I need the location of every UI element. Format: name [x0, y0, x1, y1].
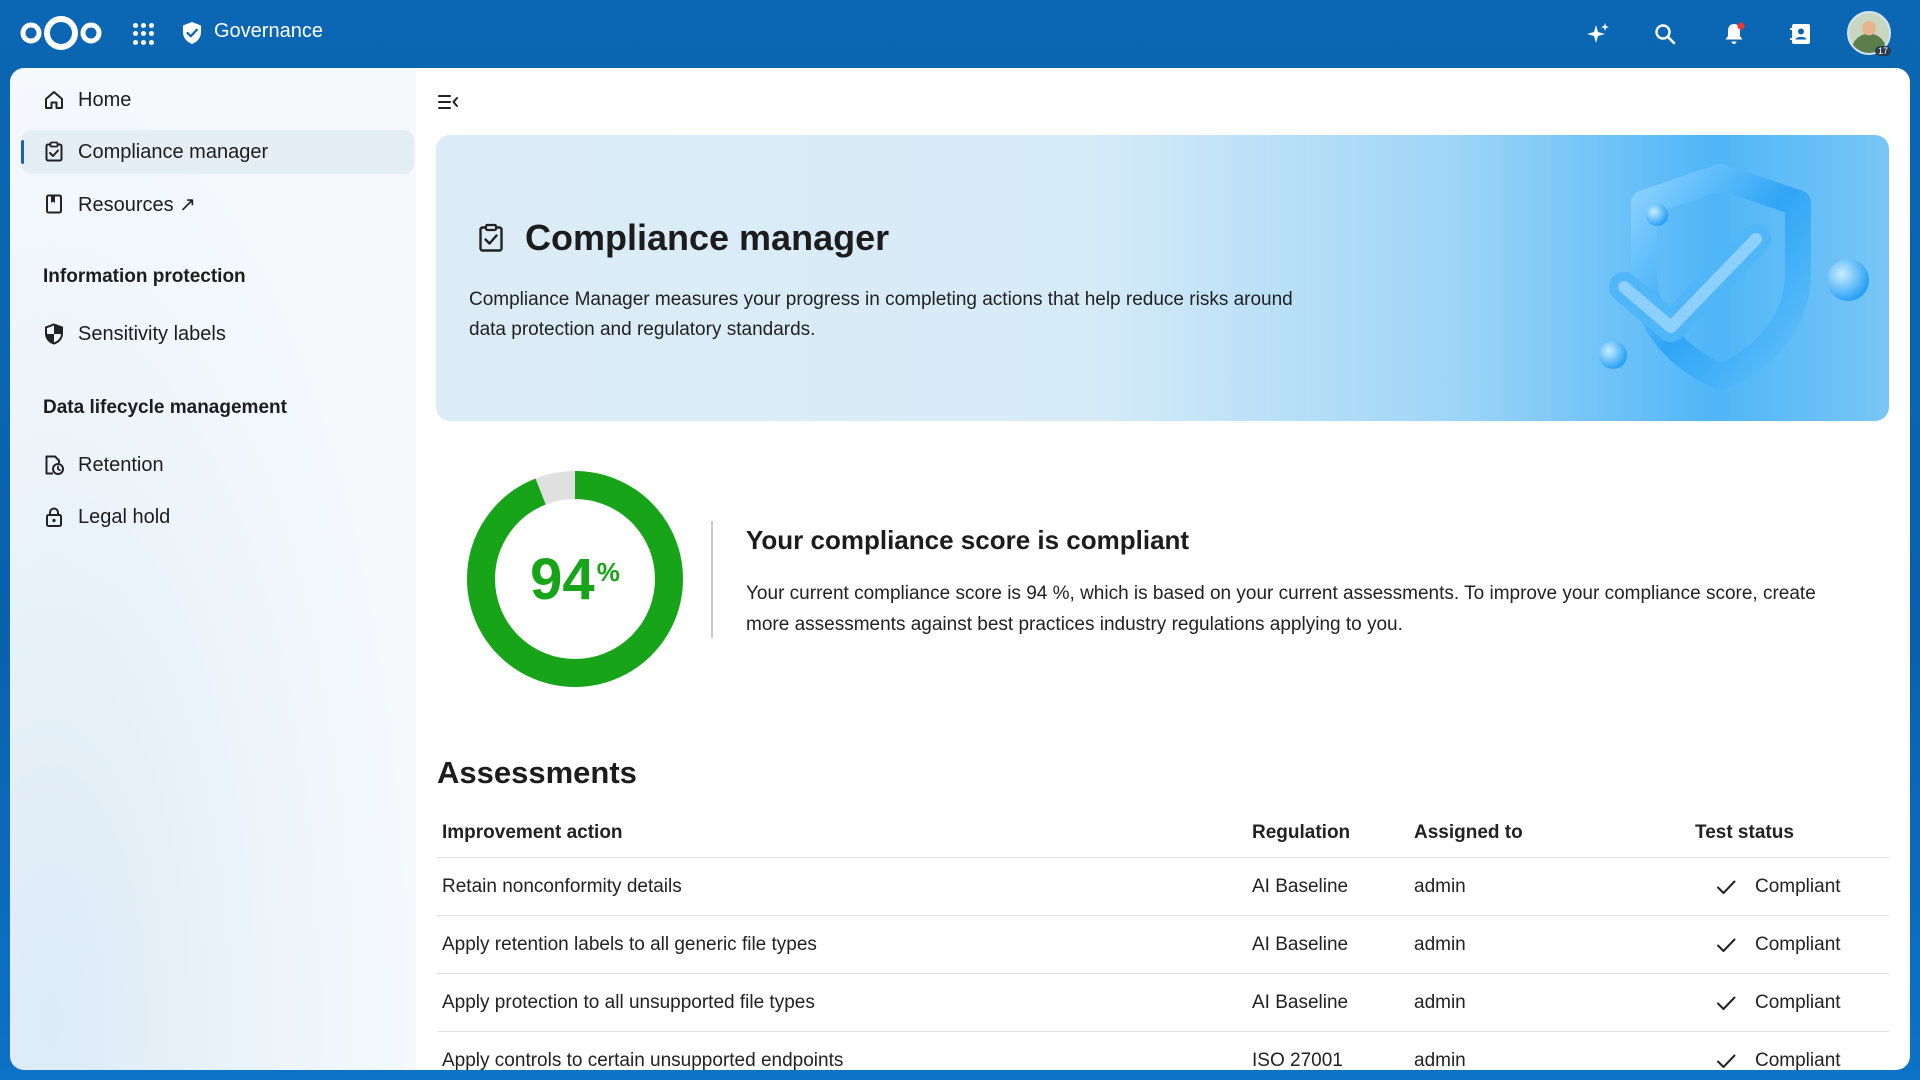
nextcloud-logo[interactable]	[18, 13, 104, 53]
status-text: Compliant	[1755, 933, 1841, 955]
sidebar-item-label: Home	[78, 88, 132, 111]
status-text: Compliant	[1755, 1049, 1841, 1071]
compliance-score-ring: 94 %	[466, 470, 684, 688]
table-row[interactable]: Apply retention labels to all generic fi…	[437, 916, 1889, 974]
status-text: Compliant	[1755, 991, 1841, 1013]
app-name[interactable]: Governance	[214, 20, 323, 43]
score-description: Your current compliance score is 94 %, w…	[746, 583, 1816, 635]
hero-description: Compliance Manager measures your progres…	[469, 289, 1293, 340]
main-content: Compliance manager Compliance Manager me…	[416, 68, 1910, 1070]
status-text: Compliant	[1755, 875, 1841, 897]
cell-improvement-action: Apply retention labels to all generic fi…	[442, 933, 817, 955]
hero-banner: Compliance manager Compliance Manager me…	[436, 135, 1889, 421]
cell-regulation: AI Baseline	[1252, 875, 1349, 897]
cell-regulation: AI Baseline	[1252, 991, 1349, 1013]
sidebar-item-legal-hold[interactable]: Legal hold	[22, 495, 414, 539]
sidebar: Home Compliance manager Resources ↗ Info…	[10, 68, 416, 1070]
check-icon	[1717, 880, 1736, 894]
cell-assigned-to: admin	[1414, 875, 1466, 897]
sidebar-toggle-icon[interactable]	[436, 90, 460, 114]
cell-assigned-to: admin	[1414, 933, 1466, 955]
cell-improvement-action: Retain nonconformity details	[442, 875, 682, 897]
assessments-title: Assessments	[437, 755, 637, 790]
clipboard-check-icon	[42, 140, 66, 164]
assessments-table: Improvement action Regulation Assigned t…	[437, 809, 1889, 1070]
cell-improvement-action: Apply controls to certain unsupported en…	[442, 1049, 844, 1071]
table-row[interactable]: Retain nonconformity details AI Baseline a…	[437, 858, 1889, 916]
column-header-assigned-to[interactable]: Assigned to	[1414, 809, 1523, 857]
shield-half-icon	[42, 322, 66, 346]
governance-shield-icon	[183, 22, 201, 44]
cell-regulation: ISO 27001	[1252, 1049, 1343, 1071]
cell-test-status: Compliant	[1695, 974, 1841, 1031]
score-title: Your compliance score is compliant	[746, 525, 1190, 555]
column-header-test-status[interactable]: Test status	[1695, 809, 1794, 857]
shield-check-illustration	[1599, 164, 1869, 390]
cell-assigned-to: admin	[1414, 991, 1466, 1013]
avatar-badge: 17	[1874, 46, 1891, 56]
sidebar-item-label: Resources ↗	[78, 193, 196, 216]
file-clock-icon	[42, 453, 66, 477]
column-header-improvement-action[interactable]: Improvement action	[442, 809, 623, 857]
cell-test-status: Compliant	[1695, 916, 1841, 973]
clipboard-check-icon	[479, 223, 503, 252]
cell-test-status: Compliant	[1695, 858, 1841, 915]
user-avatar[interactable]: 17	[1847, 11, 1891, 56]
sidebar-item-compliance-manager[interactable]: Compliance manager	[21, 130, 414, 174]
table-row[interactable]: Apply protection to all unsupported file…	[437, 974, 1889, 1032]
score-unit: %	[596, 556, 620, 587]
cell-test-status: Compliant	[1695, 1032, 1841, 1070]
sidebar-item-label: Legal hold	[78, 505, 171, 528]
check-icon	[1717, 938, 1736, 952]
assistant-sparkle-icon[interactable]	[1580, 16, 1616, 52]
table-header: Improvement action Regulation Assigned t…	[437, 809, 1889, 858]
section-title-information-protection: Information protection	[43, 266, 246, 287]
app-menu-icon[interactable]	[133, 23, 155, 45]
cell-regulation: AI Baseline	[1252, 933, 1349, 955]
page-title: Compliance manager	[525, 217, 890, 258]
score-value: 94	[530, 546, 595, 612]
sidebar-item-home[interactable]: Home	[22, 78, 414, 122]
sidebar-item-label: Compliance manager	[78, 140, 269, 163]
sidebar-item-label: Retention	[78, 453, 164, 476]
lock-icon	[42, 505, 66, 529]
search-icon[interactable]	[1647, 16, 1683, 52]
cell-assigned-to: admin	[1414, 1049, 1466, 1071]
cell-improvement-action: Apply protection to all unsupported file…	[442, 991, 815, 1013]
divider	[711, 521, 713, 638]
check-icon	[1717, 1054, 1736, 1068]
notifications-bell-icon[interactable]	[1716, 16, 1752, 52]
bookmark-icon	[42, 192, 66, 216]
section-title-data-lifecycle-management: Data lifecycle management	[43, 397, 287, 418]
column-header-regulation[interactable]: Regulation	[1252, 809, 1350, 857]
top-bar: Governance 17	[0, 0, 1920, 67]
sidebar-item-label: Sensitivity labels	[78, 322, 226, 345]
sidebar-item-retention[interactable]: Retention	[22, 443, 414, 487]
check-icon	[1717, 996, 1736, 1010]
sidebar-item-sensitivity-labels[interactable]: Sensitivity labels	[22, 312, 414, 356]
contacts-icon[interactable]	[1783, 16, 1819, 52]
table-row[interactable]: Apply controls to certain unsupported en…	[437, 1032, 1889, 1071]
sidebar-item-resources[interactable]: Resources ↗	[22, 182, 414, 226]
home-icon	[42, 88, 66, 112]
